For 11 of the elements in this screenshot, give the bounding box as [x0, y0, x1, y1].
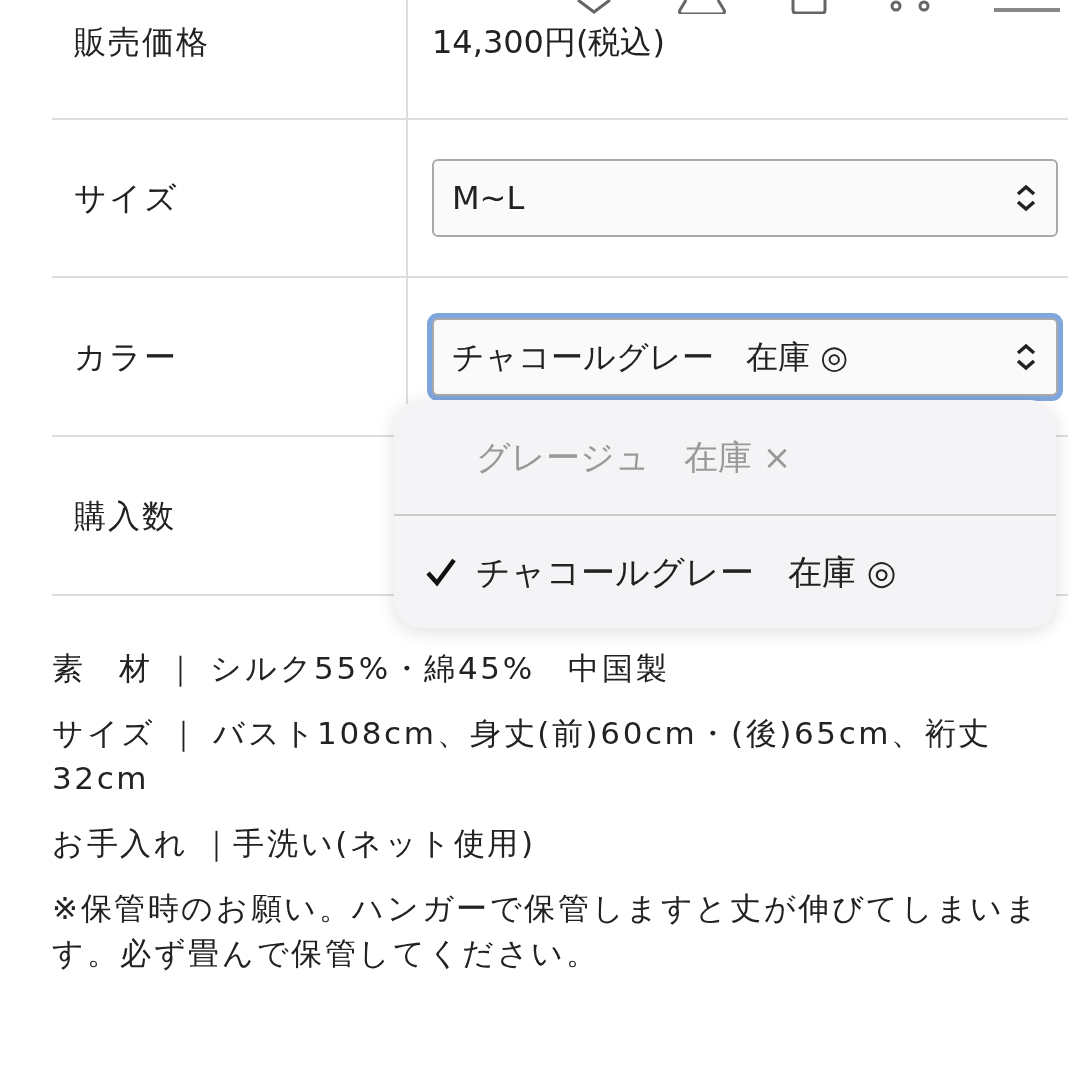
menu-option[interactable]: チャコールグレー 在庫 ◎	[394, 514, 1056, 628]
note-text: サイズ ｜ バスト108cm、身丈(前)60cm・(後)65cm、裄丈32cm	[52, 713, 993, 798]
chevrons-icon	[1014, 183, 1038, 213]
field-label: 販売価格	[52, 0, 408, 118]
select-field[interactable]: M~L	[432, 159, 1058, 237]
field-label: サイズ	[52, 120, 408, 276]
chevrons-icon	[1014, 341, 1038, 372]
note-text: 素 材 ｜ シルク55%・綿45% 中国製	[52, 649, 671, 689]
note-text: お手入れ ｜手洗い(ネット使用)	[52, 823, 537, 864]
note-text: ※保管時のお願い。ハンガーで保管しますと丈が伸びてしまいます。必ず畳んで保管してください。	[52, 888, 1041, 973]
price-text: 14,300円(税込)	[432, 22, 665, 63]
